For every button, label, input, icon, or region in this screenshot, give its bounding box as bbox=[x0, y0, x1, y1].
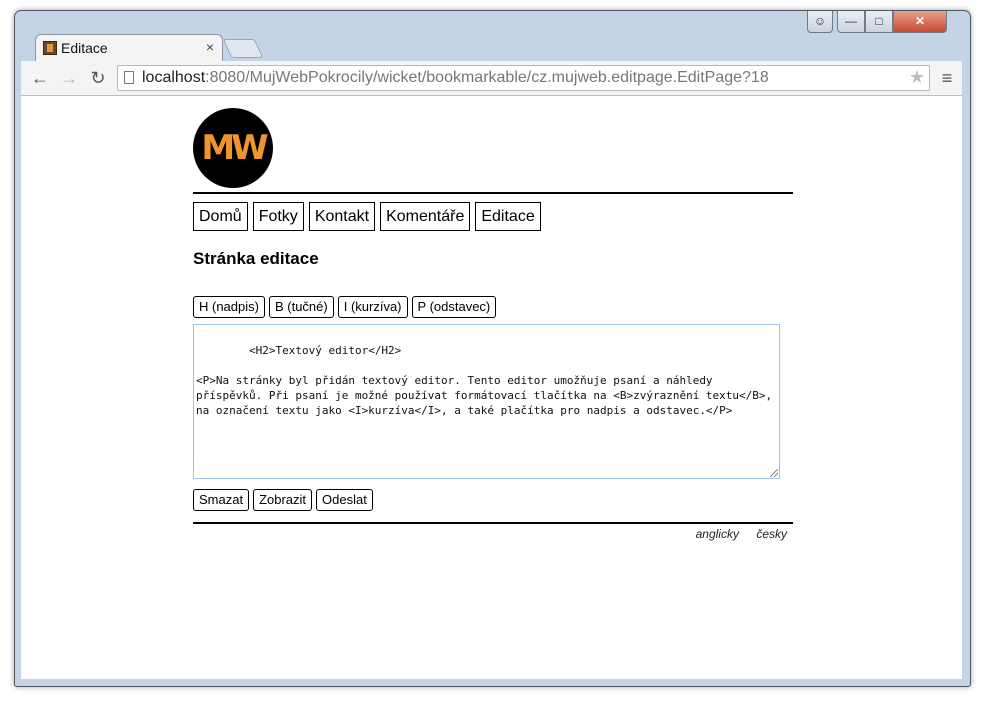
delete-button[interactable]: Smazat bbox=[193, 489, 250, 511]
tab-editace[interactable]: Editace × bbox=[35, 34, 223, 62]
action-buttons: Smazat Zobrazit Odeslat bbox=[193, 489, 377, 511]
browser-window: Editace × ☺ — □ ✕ ← → ↻ localhost:8080/M… bbox=[14, 10, 971, 687]
bold-button[interactable]: B (tučné) bbox=[268, 296, 334, 318]
close-window-button[interactable]: ✕ bbox=[893, 11, 947, 33]
user-icon: ☺ bbox=[813, 14, 827, 28]
language-link-english[interactable]: anglicky bbox=[696, 527, 739, 541]
language-link-czech[interactable]: česky bbox=[756, 527, 787, 541]
page-viewport: MW Domů Fotky Kontakt Komentáře Editace … bbox=[21, 96, 962, 679]
paragraph-button[interactable]: P (odstavec) bbox=[411, 296, 497, 318]
address-bar[interactable]: localhost:8080/MujWebPokrocily/wicket/bo… bbox=[117, 65, 930, 91]
browser-toolbar: ← → ↻ localhost:8080/MujWebPokrocily/wic… bbox=[21, 61, 962, 96]
forward-arrow-icon[interactable]: → bbox=[58, 67, 80, 89]
footer-divider bbox=[193, 522, 793, 524]
menu-item-domu[interactable]: Domů bbox=[193, 202, 248, 231]
menu-item-kontakt[interactable]: Kontakt bbox=[308, 202, 376, 231]
editor-content: <H2>Textový editor</H2> <P>Na stránky by… bbox=[196, 344, 773, 417]
italic-button[interactable]: I (kurzíva) bbox=[337, 296, 408, 318]
site-logo[interactable]: MW bbox=[193, 108, 273, 188]
language-switcher: anglicky česky bbox=[682, 527, 787, 541]
hamburger-menu-icon[interactable]: ≡ bbox=[937, 67, 957, 89]
tab-close-icon[interactable]: × bbox=[206, 39, 214, 55]
menu-item-editace[interactable]: Editace bbox=[475, 202, 541, 231]
maximize-button[interactable]: □ bbox=[865, 11, 893, 33]
back-arrow-icon[interactable]: ← bbox=[29, 67, 51, 89]
heading-button[interactable]: H (nadpis) bbox=[193, 296, 265, 318]
main-menu: Domů Fotky Kontakt Komentáře Editace bbox=[193, 202, 546, 231]
url-host: localhost bbox=[142, 69, 206, 86]
star-icon[interactable]: ★ bbox=[909, 67, 925, 88]
resize-grip-icon[interactable] bbox=[770, 469, 778, 477]
reload-icon[interactable]: ↻ bbox=[87, 67, 109, 89]
minimize-icon: — bbox=[845, 14, 857, 28]
page-icon bbox=[124, 71, 134, 84]
editor-textarea[interactable]: <H2>Textový editor</H2> <P>Na stránky by… bbox=[193, 324, 780, 479]
submit-button[interactable]: Odeslat bbox=[316, 489, 373, 511]
url-text[interactable]: localhost:8080/MujWebPokrocily/wicket/bo… bbox=[142, 69, 769, 87]
maximize-icon: □ bbox=[875, 14, 883, 28]
user-profile-button[interactable]: ☺ bbox=[807, 11, 833, 33]
tab-title: Editace bbox=[61, 40, 108, 56]
minimize-button[interactable]: — bbox=[837, 11, 865, 33]
header-divider bbox=[193, 192, 793, 194]
new-tab-button[interactable] bbox=[222, 39, 264, 58]
page-title: Stránka editace bbox=[193, 249, 319, 268]
close-icon: ✕ bbox=[914, 14, 926, 28]
url-path: :8080/MujWebPokrocily/wicket/bookmarkabl… bbox=[205, 69, 769, 86]
menu-item-komentare[interactable]: Komentáře bbox=[380, 202, 471, 231]
favicon-icon bbox=[43, 41, 57, 55]
format-toolbar: H (nadpis) B (tučné) I (kurzíva) P (odst… bbox=[193, 296, 500, 318]
menu-item-fotky[interactable]: Fotky bbox=[252, 202, 304, 231]
preview-button[interactable]: Zobrazit bbox=[253, 489, 313, 511]
